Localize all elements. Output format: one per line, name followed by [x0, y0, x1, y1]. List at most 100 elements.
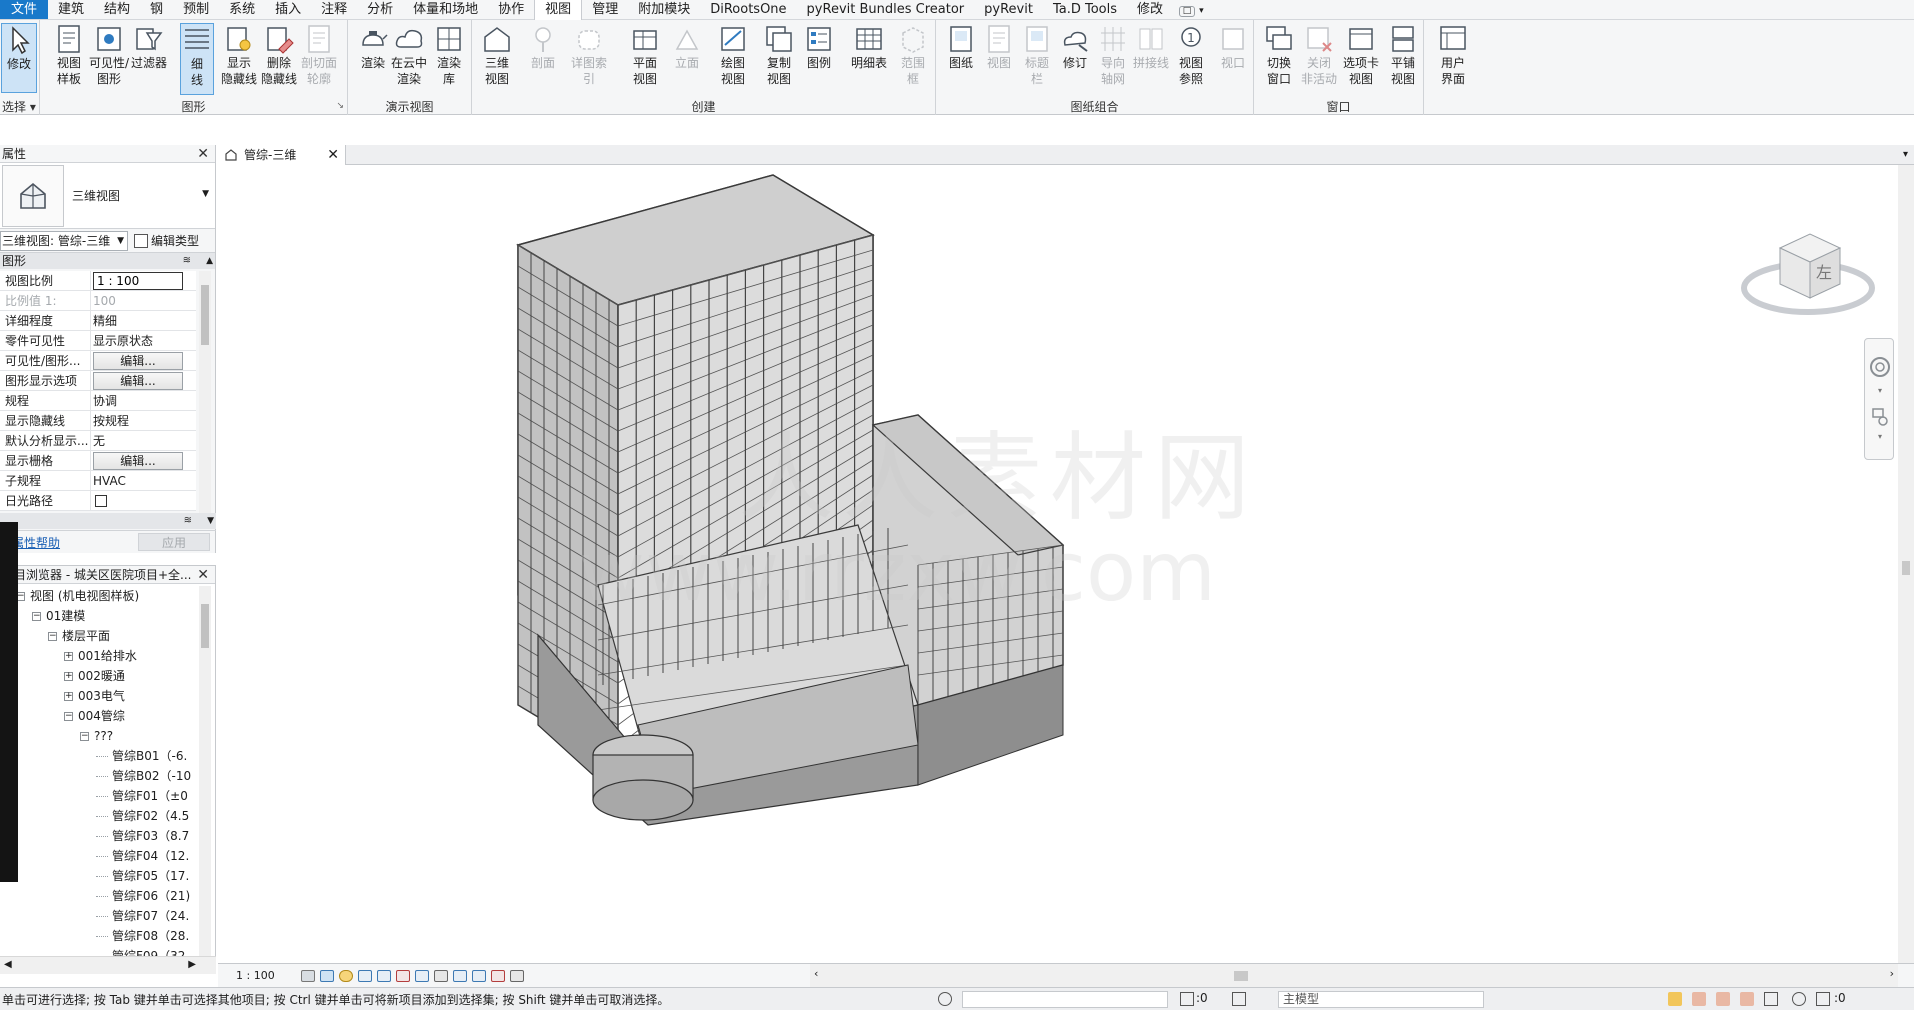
type-selector[interactable]: 三维视图 ▼ [0, 163, 215, 229]
collapse-icon[interactable]: ≋ [183, 253, 191, 269]
edit-button[interactable]: 编辑... [93, 372, 183, 390]
menu-tab[interactable]: 分析 [357, 0, 403, 19]
ribbon-toggle-icon[interactable]: □ ▾ [1173, 0, 1210, 19]
menu-tab[interactable]: 文件 [0, 0, 49, 19]
menu-tab[interactable]: 注释 [311, 0, 357, 19]
remove-hidden-lines-button[interactable]: 删除 隐藏线 [258, 23, 300, 95]
edit-button[interactable]: 编辑... [93, 452, 183, 470]
view-horizontal-scrollbar[interactable]: ‹ › [810, 963, 1898, 987]
select-underlay-icon[interactable] [1692, 992, 1706, 1006]
close-inactive-button[interactable]: 关闭 非活动 [1298, 23, 1340, 95]
properties-scrollbar[interactable] [199, 271, 211, 529]
sun-path-icon[interactable] [339, 969, 353, 982]
plan-views-button[interactable]: 平面 视图 [624, 23, 666, 95]
editing-requests-icon[interactable] [1180, 992, 1194, 1006]
expand-toggle-icon[interactable]: + [64, 672, 73, 681]
tree-node[interactable]: +002暖通 [0, 666, 198, 686]
property-value[interactable]: HVAC [91, 471, 196, 490]
filters-button[interactable]: 过滤器 [128, 23, 170, 95]
collapse-toggle-icon[interactable]: − [32, 612, 41, 621]
drag-elements-icon[interactable] [1764, 992, 1778, 1006]
tree-node[interactable]: − 视图 (机电视图样板) [0, 586, 198, 606]
tree-node[interactable]: 管综F01（±0 [0, 786, 198, 806]
analytical-model-icon[interactable] [510, 969, 524, 982]
matchline-button[interactable]: 拼接线 [1130, 23, 1172, 95]
menu-tab[interactable]: 钢 [140, 0, 173, 19]
menu-tab[interactable]: 修改 [1127, 0, 1173, 19]
guide-grid-button[interactable]: 导向 轴网 [1092, 23, 1134, 95]
scroll-right-icon[interactable]: ▶ [188, 959, 196, 970]
show-crop-region-icon[interactable] [415, 969, 429, 982]
scroll-down-icon[interactable]: ▼ [207, 513, 214, 529]
tree-node[interactable]: 管综B02（-10 [0, 766, 198, 786]
property-value[interactable]: 编辑... [91, 371, 196, 390]
edit-type-button[interactable]: 编辑类型 [134, 232, 199, 249]
elevation-button[interactable]: 立面 [666, 23, 708, 95]
menu-tab[interactable]: Ta.D Tools [1043, 0, 1127, 19]
menu-tab[interactable]: 系统 [219, 0, 265, 19]
temporary-hide-icon[interactable] [453, 969, 467, 982]
scrollbar-thumb[interactable] [201, 285, 209, 345]
tree-node[interactable]: −004管综 [0, 706, 198, 726]
title-block-button[interactable]: 标题栏 [1016, 23, 1058, 95]
view-reference-button[interactable]: 1 视图 参照 [1170, 23, 1212, 95]
edit-button[interactable]: 编辑... [93, 352, 183, 370]
scroll-left-icon[interactable]: ‹ [814, 967, 818, 980]
show-hidden-lines-button[interactable]: 显示 隐藏线 [218, 23, 260, 95]
scroll-up-icon[interactable]: ▲ [206, 253, 213, 269]
scrollbar-thumb[interactable] [201, 604, 209, 648]
select-group-label[interactable]: 选择 ▾ [0, 98, 39, 114]
tree-node[interactable]: 管综F03（8.7 [0, 826, 198, 846]
render-in-cloud-button[interactable]: 在云中 渲染 [388, 23, 430, 95]
render-gallery-button[interactable]: 渲染库 [428, 23, 470, 95]
expand-toggle-icon[interactable]: + [64, 652, 73, 661]
tree-node[interactable]: 管综F02（4.5 [0, 806, 198, 826]
property-value[interactable]: 精细 [91, 311, 196, 330]
property-value[interactable]: 显示原状态 [91, 331, 196, 350]
worksets-icon[interactable] [938, 992, 952, 1006]
tree-node[interactable]: 管综F07（24. [0, 906, 198, 926]
view-tab[interactable]: 管综-三维 ✕ [218, 145, 346, 165]
menu-tab[interactable]: 体量和场地 [403, 0, 488, 19]
collapse-toggle-icon[interactable]: − [80, 732, 89, 741]
cut-profile-button[interactable]: 剖切面 轮廓 [298, 23, 340, 95]
3d-view-canvas[interactable]: 人人素材网 www.rrzxw.com [218, 165, 1898, 963]
menu-tab[interactable]: 协作 [488, 0, 534, 19]
property-value[interactable]: 编辑... [91, 451, 196, 470]
view-cube[interactable]: 左 [1740, 220, 1876, 320]
sheet-button[interactable]: 图纸 [940, 23, 982, 95]
browser-scrollbar[interactable] [199, 586, 211, 956]
scope-box-button[interactable]: 范围框 [892, 23, 934, 95]
tree-node[interactable]: +001给排水 [0, 646, 198, 666]
shadows-icon[interactable] [358, 969, 372, 982]
close-icon[interactable]: ✕ [197, 145, 209, 163]
chevron-down-icon[interactable]: ▼ [202, 189, 209, 199]
workset-dropdown[interactable] [962, 991, 1168, 1008]
tree-node[interactable]: −??? [0, 726, 198, 746]
menu-tab[interactable]: 插入 [265, 0, 311, 19]
expand-toggle-icon[interactable]: + [64, 692, 73, 701]
close-icon[interactable]: ✕ [327, 145, 339, 165]
duplicate-view-button[interactable]: 复制 视图 [758, 23, 800, 95]
filter-icon[interactable] [1816, 992, 1830, 1006]
crop-view-icon[interactable] [396, 969, 410, 982]
tree-node[interactable]: 管综F04（12. [0, 846, 198, 866]
menu-tab[interactable]: 预制 [173, 0, 219, 19]
modify-button[interactable]: 修改 [1, 23, 37, 93]
lock-3d-view-icon[interactable] [434, 969, 448, 982]
3d-view-button[interactable]: 三维 视图 [476, 23, 518, 95]
menu-tab[interactable]: DiRootsOne [700, 0, 796, 19]
view-template-button[interactable]: 视图 样板 [48, 23, 90, 95]
menu-tab[interactable]: 结构 [94, 0, 140, 19]
background-processes-icon[interactable] [1792, 992, 1806, 1006]
tab-list-menu-icon[interactable]: ▾ [1903, 145, 1908, 165]
temporary-view-properties-icon[interactable] [491, 969, 505, 982]
tree-node[interactable]: +003电气 [0, 686, 198, 706]
design-options-icon[interactable] [1232, 992, 1246, 1006]
menu-tab[interactable]: pyRevit [974, 0, 1043, 19]
property-value[interactable]: 100 [91, 291, 196, 310]
dialog-launcher-icon[interactable]: ↘ [336, 101, 344, 111]
section-header-graphics[interactable]: 图形 ≋ ▲ [0, 253, 215, 269]
menu-tab[interactable]: pyRevit Bundles Creator [797, 0, 975, 19]
tab-views-button[interactable]: 选项卡 视图 [1340, 23, 1382, 95]
